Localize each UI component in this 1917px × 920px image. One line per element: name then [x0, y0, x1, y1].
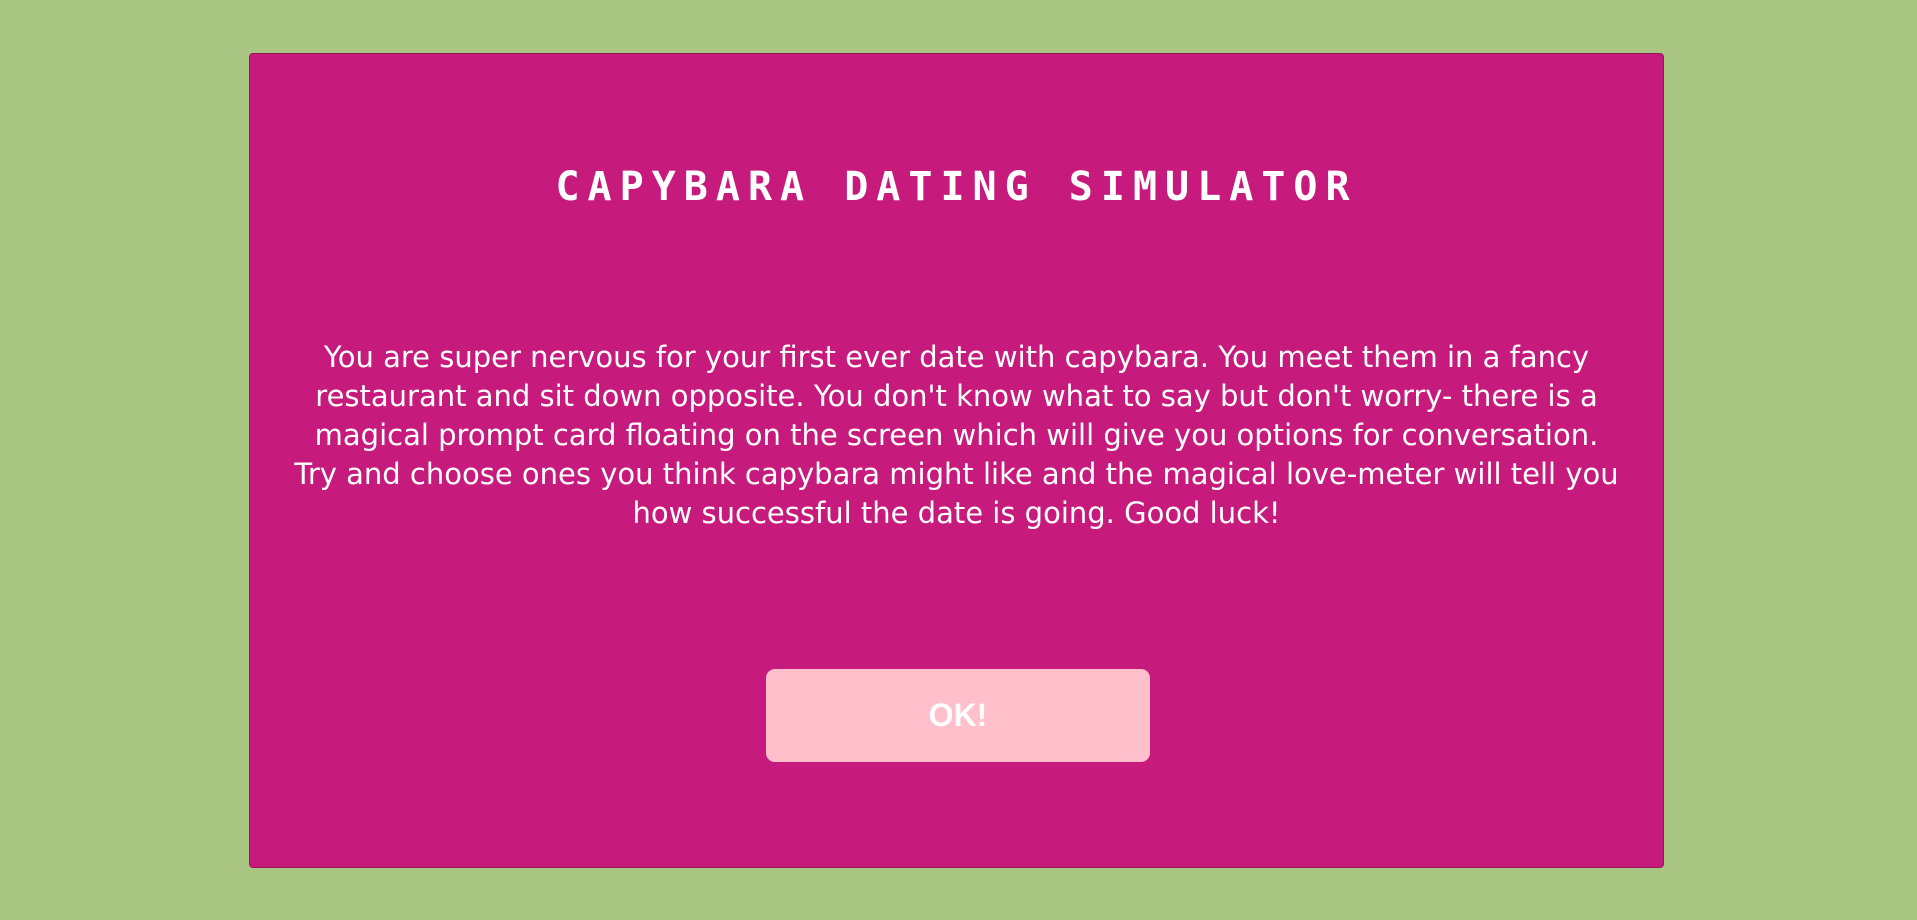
intro-dialog: Capybara Dating Simulator You are super …	[249, 53, 1664, 868]
ok-button[interactable]: OK!	[766, 669, 1150, 762]
game-title: Capybara Dating Simulator	[555, 164, 1358, 210]
intro-text: You are super nervous for your first eve…	[294, 340, 1619, 530]
